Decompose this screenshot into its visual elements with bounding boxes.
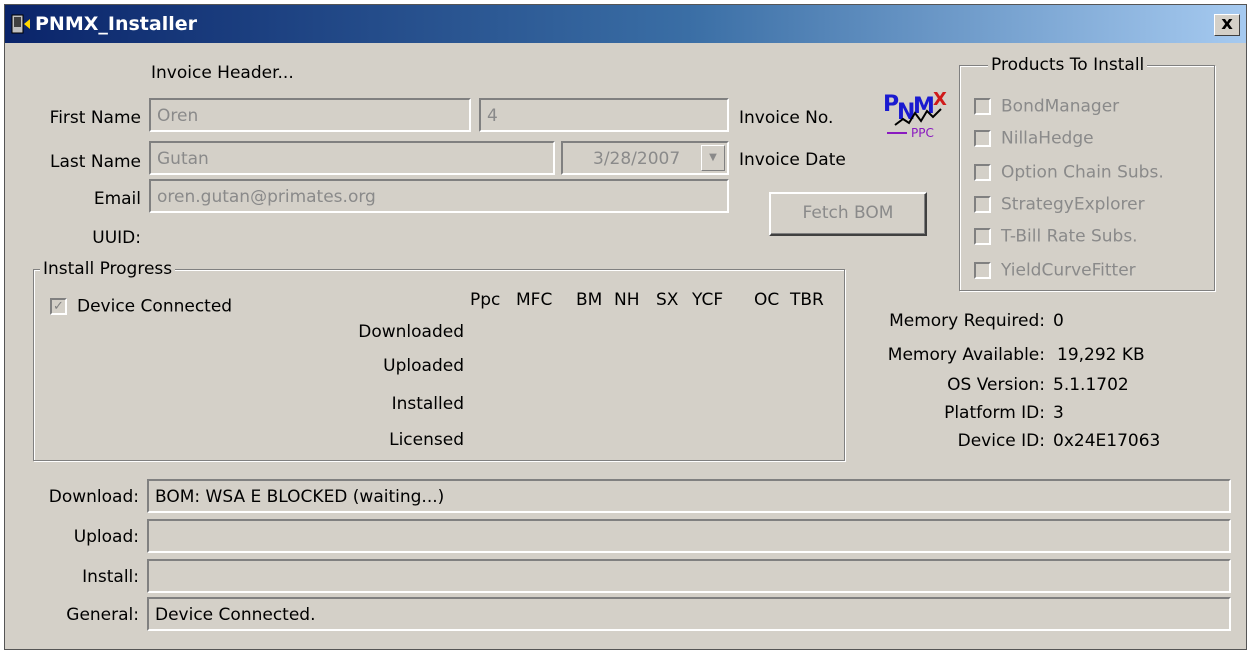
product-checkbox[interactable]	[974, 228, 991, 245]
device-connected-checkbox[interactable]: ✓	[50, 298, 67, 315]
col-ppc: Ppc	[470, 290, 501, 310]
row-installed: Installed	[391, 394, 464, 414]
close-button[interactable]: x	[1214, 14, 1240, 36]
app-window-icon[interactable]	[11, 14, 31, 34]
row-downloaded: Downloaded	[358, 322, 464, 342]
col-mfc: MFC	[516, 290, 553, 310]
invoice-date-value: 3/28/2007	[593, 149, 681, 169]
chevron-down-icon[interactable]: ▼	[701, 145, 725, 171]
invoice-number-label: Invoice No.	[739, 108, 834, 128]
col-tbr: TBR	[790, 290, 824, 310]
last-name-field[interactable]: Gutan	[149, 141, 555, 175]
device-id-label: Device ID:	[957, 431, 1045, 451]
product-checkbox[interactable]	[974, 130, 991, 147]
product-checkbox[interactable]	[974, 164, 991, 181]
col-nh: NH	[614, 290, 640, 310]
product-strategyexplorer[interactable]: StrategyExplorer	[974, 194, 1145, 216]
memory-required-value: 0	[1053, 311, 1064, 331]
product-bondmanager[interactable]: BondManager	[974, 96, 1119, 118]
first-name-label: First Name	[49, 108, 141, 128]
email-field[interactable]: oren.gutan@primates.org	[149, 179, 729, 213]
platform-id-label: Platform ID:	[944, 403, 1045, 423]
product-label: StrategyExplorer	[1001, 194, 1145, 215]
install-progress-title: Install Progress	[40, 259, 176, 279]
product-checkbox[interactable]	[974, 98, 991, 115]
invoice-header-label: Invoice Header...	[151, 63, 294, 83]
col-oc: OC	[754, 290, 780, 310]
product-label: T-Bill Rate Subs.	[1001, 226, 1138, 247]
install-status-field	[147, 559, 1231, 593]
product-nillahedge[interactable]: NillaHedge	[974, 128, 1094, 150]
upload-status-field	[147, 519, 1231, 553]
email-label: Email	[93, 189, 141, 209]
pnmx-logo: P N M X PPC	[881, 83, 951, 143]
uuid-label: UUID:	[92, 228, 141, 248]
download-status-label: Download:	[48, 487, 139, 507]
product-label: Option Chain Subs.	[1001, 162, 1164, 183]
install-progress-group: Install Progress ✓ Device Connected Ppc M…	[33, 259, 845, 461]
row-licensed: Licensed	[389, 430, 464, 450]
product-label: NillaHedge	[1001, 128, 1094, 149]
os-version-value: 5.1.1702	[1053, 375, 1129, 395]
products-group: Products To Install BondManager NillaHed…	[959, 55, 1215, 291]
svg-text:X: X	[933, 89, 947, 110]
product-label: BondManager	[1001, 96, 1120, 117]
product-option-chain[interactable]: Option Chain Subs.	[974, 162, 1164, 184]
device-id-value: 0x24E17063	[1053, 431, 1161, 451]
product-yieldcurvefitter[interactable]: YieldCurveFitter	[974, 260, 1136, 282]
invoice-date-picker[interactable]: 3/28/2007 ▼	[561, 141, 729, 175]
svg-text:PPC: PPC	[911, 126, 934, 140]
last-name-label: Last Name	[50, 152, 141, 172]
first-name-field[interactable]: Oren	[149, 98, 471, 132]
os-version-label: OS Version:	[947, 375, 1045, 395]
platform-id-value: 3	[1053, 403, 1064, 423]
title-bar[interactable]: PNMX_Installer x	[5, 5, 1246, 43]
install-status-label: Install:	[82, 567, 139, 587]
memory-required-label: Memory Required:	[889, 311, 1045, 331]
memory-available-value: 19,292 KB	[1057, 345, 1145, 365]
upload-status-label: Upload:	[73, 527, 139, 547]
col-ycf: YCF	[692, 290, 724, 310]
fetch-bom-button[interactable]: Fetch BOM	[769, 192, 927, 236]
product-checkbox[interactable]	[974, 262, 991, 279]
download-status-field: BOM: WSA E BLOCKED (waiting...)	[147, 479, 1231, 513]
installer-window: PNMX_Installer x Invoice Header... First…	[4, 4, 1247, 650]
device-connected-label: Device Connected	[77, 296, 233, 317]
products-group-title: Products To Install	[988, 55, 1148, 75]
general-status-label: General:	[66, 605, 139, 625]
col-bm: BM	[576, 290, 603, 310]
window-title: PNMX_Installer	[35, 13, 197, 35]
col-sx: SX	[656, 290, 679, 310]
memory-available-label: Memory Available:	[887, 345, 1045, 365]
general-status-field: Device Connected.	[147, 597, 1231, 631]
device-connected-checkbox-row[interactable]: ✓ Device Connected	[50, 296, 232, 318]
row-uploaded: Uploaded	[383, 356, 464, 376]
product-tbill[interactable]: T-Bill Rate Subs.	[974, 226, 1138, 248]
product-checkbox[interactable]	[974, 196, 991, 213]
invoice-number-field[interactable]: 4	[479, 98, 729, 132]
product-label: YieldCurveFitter	[1001, 260, 1136, 281]
invoice-date-label: Invoice Date	[739, 150, 846, 170]
